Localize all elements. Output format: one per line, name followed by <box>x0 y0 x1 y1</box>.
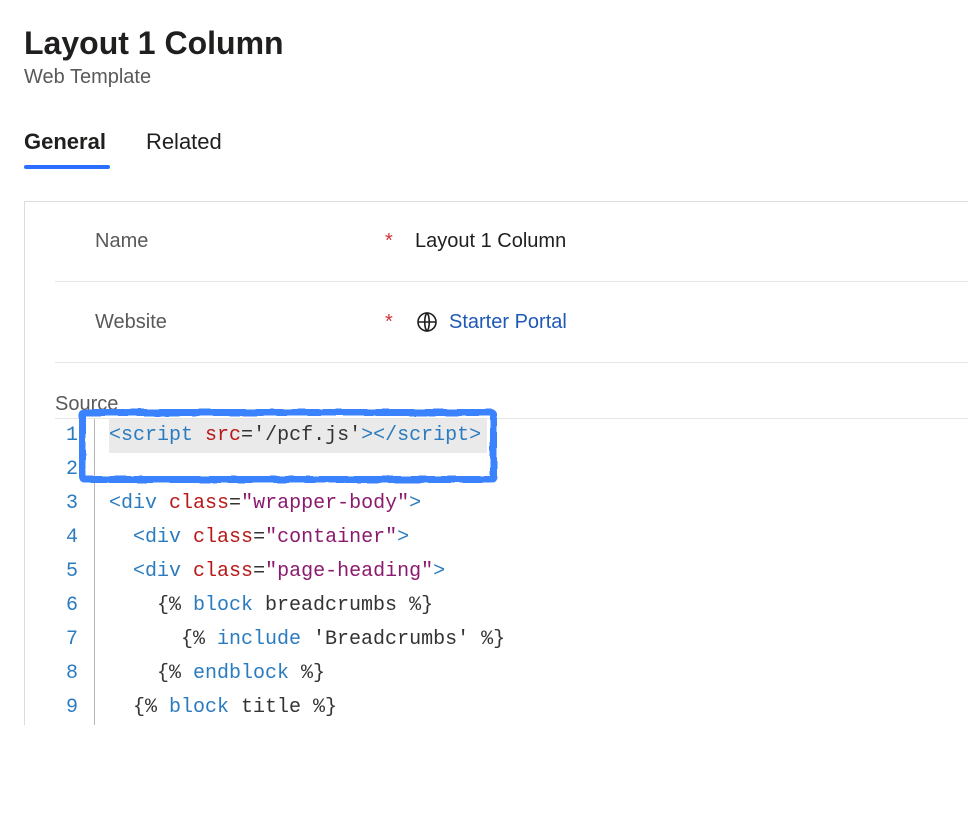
line-number: 5 <box>55 555 80 589</box>
page-subtitle: Web Template <box>24 66 968 89</box>
code-line[interactable]: {% block title %} <box>109 691 505 725</box>
field-row-website: Website * Starter Portal <box>55 282 968 363</box>
line-number: 2 <box>55 453 80 487</box>
tab-related[interactable]: Related <box>146 129 222 165</box>
code-line[interactable]: <div class="page-heading"> <box>109 555 505 589</box>
globe-icon <box>415 310 439 334</box>
code-line[interactable]: <script src='/pcf.js'></script> <box>109 419 505 453</box>
code-line[interactable]: {% block breadcrumbs %} <box>109 589 505 623</box>
tab-general[interactable]: General <box>24 129 106 165</box>
line-number: 7 <box>55 623 80 657</box>
code-line[interactable] <box>109 453 505 487</box>
website-value: Starter Portal <box>449 311 567 334</box>
name-input[interactable]: Layout 1 Column <box>415 230 566 253</box>
required-marker: * <box>385 230 415 253</box>
form-panel: Name * Layout 1 Column Website * Starter… <box>24 201 968 725</box>
website-label: Website <box>95 311 385 334</box>
page-title: Layout 1 Column <box>24 24 968 62</box>
line-number: 9 <box>55 691 80 725</box>
source-label: Source <box>55 393 968 416</box>
code-line[interactable]: <div class="wrapper-body"> <box>109 487 505 521</box>
name-label: Name <box>95 230 385 253</box>
field-row-name: Name * Layout 1 Column <box>55 202 968 282</box>
code-line[interactable]: {% include 'Breadcrumbs' %} <box>109 623 505 657</box>
code-line[interactable]: {% endblock %} <box>109 657 505 691</box>
editor-gutter: 123456789 <box>55 419 95 725</box>
line-number: 6 <box>55 589 80 623</box>
source-editor[interactable]: 123456789 <script src='/pcf.js'></script… <box>55 419 968 725</box>
line-number: 3 <box>55 487 80 521</box>
code-line[interactable]: <div class="container"> <box>109 521 505 555</box>
line-number: 8 <box>55 657 80 691</box>
editor-code[interactable]: <script src='/pcf.js'></script> <div cla… <box>95 419 505 725</box>
line-number: 4 <box>55 521 80 555</box>
required-marker: * <box>385 311 415 334</box>
website-lookup[interactable]: Starter Portal <box>415 310 567 334</box>
line-number: 1 <box>55 419 80 453</box>
tab-bar: General Related <box>24 129 968 165</box>
